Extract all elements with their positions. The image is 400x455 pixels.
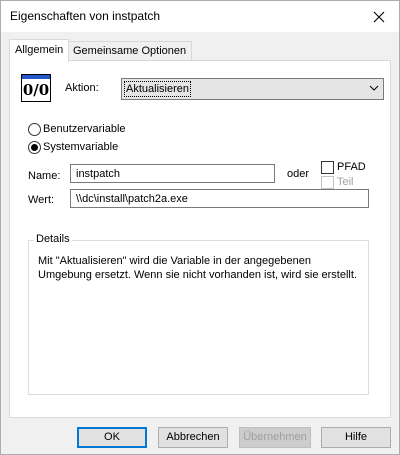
help-button[interactable]: Hilfe <box>321 427 391 448</box>
value-input-value: \\dc\install\patch2a.exe <box>76 193 188 205</box>
or-label: oder <box>287 168 310 180</box>
apply-button-label: Übernehmen <box>243 431 307 443</box>
help-button-label: Hilfe <box>344 431 367 443</box>
tab-gemeinsame-optionen-label: Gemeinsame Optionen <box>73 45 187 57</box>
teil-label: Teil <box>337 176 354 188</box>
action-label: Aktion: <box>65 82 99 94</box>
pfad-checkbox[interactable] <box>321 161 334 174</box>
radio-benutzervariable[interactable] <box>28 123 41 136</box>
cancel-button[interactable]: Abbrechen <box>158 427 228 448</box>
properties-dialog: Eigenschaften von instpatch Allgemein Ge… <box>0 0 400 455</box>
action-select[interactable]: Aktualisieren <box>121 78 384 100</box>
details-text: Mit "Aktualisieren" wird die Variable in… <box>38 255 357 281</box>
ok-button[interactable]: OK <box>77 427 147 448</box>
ok-button-label: OK <box>104 431 120 443</box>
cancel-button-label: Abbrechen <box>166 431 220 443</box>
pfad-label[interactable]: PFAD <box>337 161 366 173</box>
window-title: Eigenschaften von instpatch <box>10 9 161 23</box>
name-label: Name: <box>28 170 61 182</box>
tab-panel-allgemein: 0/0 Aktion: Aktualisieren Benutzervariab… <box>9 60 391 418</box>
name-input[interactable]: instpatch <box>70 164 275 183</box>
environment-variable-icon: 0/0 <box>21 74 51 102</box>
teil-checkbox[interactable] <box>321 176 334 189</box>
name-input-value: instpatch <box>76 168 121 180</box>
tab-allgemein-label: Allgemein <box>15 44 64 56</box>
tab-allgemein[interactable]: Allgemein <box>9 39 70 62</box>
percent-icon: 0/0 <box>22 81 50 99</box>
apply-button[interactable]: Übernehmen <box>239 427 311 448</box>
close-button[interactable] <box>359 1 399 32</box>
close-icon <box>373 11 385 22</box>
tab-gemeinsame-optionen[interactable]: Gemeinsame Optionen <box>67 41 193 61</box>
details-title: Details <box>34 233 72 245</box>
value-label: Wert: <box>28 194 55 206</box>
chevron-down-icon <box>369 85 379 91</box>
action-selected-value: Aktualisieren <box>124 81 191 97</box>
details-group: Details Mit "Aktualisieren" wird die Var… <box>28 233 369 395</box>
value-input[interactable]: \\dc\install\patch2a.exe <box>70 189 369 208</box>
radio-benutzervariable-label[interactable]: Benutzervariable <box>43 123 126 135</box>
title-bar: Eigenschaften von instpatch <box>1 1 399 32</box>
radio-systemvariable[interactable] <box>28 141 41 154</box>
radio-systemvariable-label[interactable]: Systemvariable <box>43 141 118 153</box>
